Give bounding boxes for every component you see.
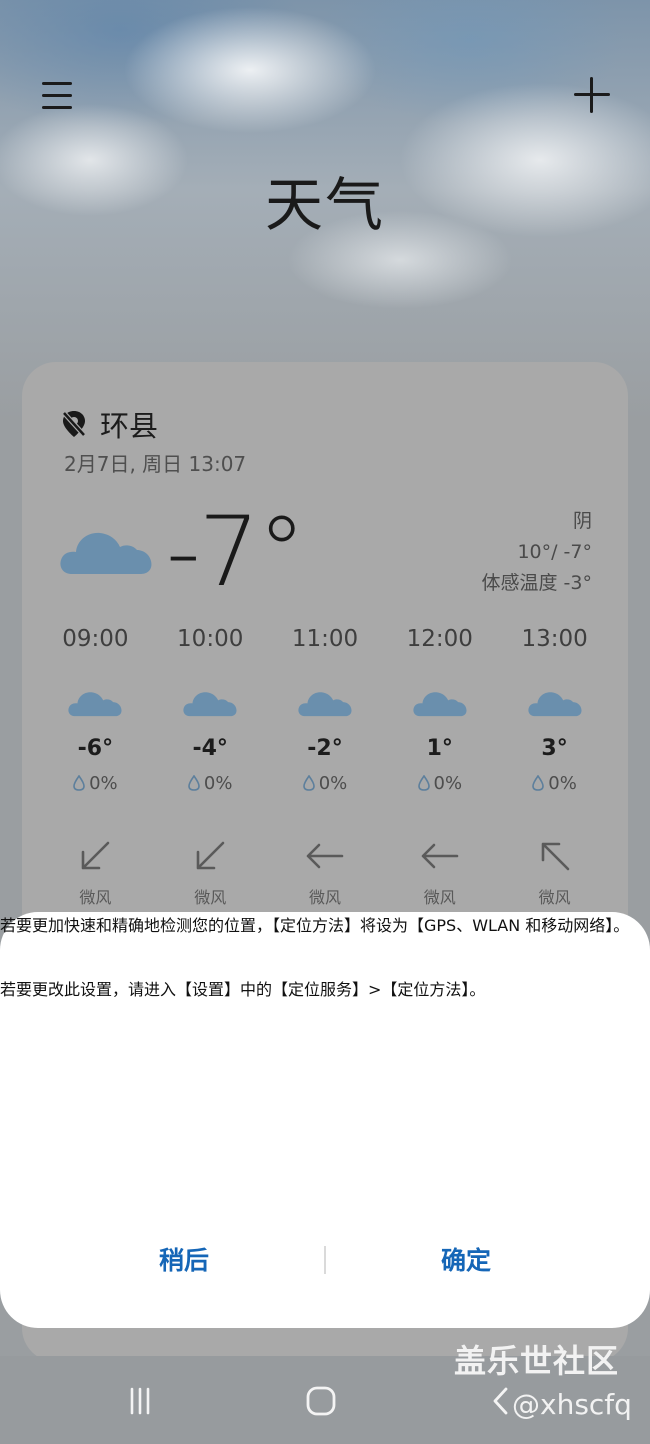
location-row: 环县	[60, 403, 158, 445]
hour-time: 11:00	[291, 626, 359, 652]
page-title: 天气	[264, 171, 385, 239]
arrow-up-left-icon	[541, 842, 569, 871]
home-icon[interactable]	[299, 1378, 343, 1424]
arrow-left-icon	[421, 843, 459, 869]
hour-item: 12:00 1° 0% 微风	[382, 626, 497, 908]
hour-time: 09:00	[62, 626, 129, 652]
precip-chance: 0%	[417, 768, 463, 798]
precip-value: 0%	[548, 772, 577, 794]
drop-icon	[417, 775, 430, 791]
cloud-icon	[68, 692, 122, 717]
condition-text: 阴	[572, 510, 592, 532]
location-name: 环县	[100, 409, 159, 443]
ok-button[interactable]: 确定	[346, 1238, 586, 1284]
arrow-down-left-icon	[82, 841, 110, 870]
hour-temp: -6°	[77, 736, 114, 761]
hour-temp: -4°	[192, 736, 228, 761]
menu-icon[interactable]	[36, 74, 80, 118]
cloud-icon	[527, 692, 582, 717]
current-summary: 阴 10°/ -7° 体感温度 -3°	[482, 506, 592, 599]
watermark-title: 盖乐世社区	[454, 1342, 620, 1380]
cloud-icon	[298, 692, 352, 717]
precip-chance: 0%	[302, 768, 348, 798]
cloud-icon	[413, 692, 467, 717]
cloud-icon	[183, 692, 237, 717]
drop-icon	[73, 775, 85, 791]
wind-label: 微风	[308, 888, 341, 907]
precip-value: 0%	[203, 772, 233, 794]
next-card-peek	[60, 1346, 120, 1356]
hour-temp: -2°	[307, 736, 343, 761]
precip-value: 0%	[89, 772, 118, 794]
hour-item: 11:00 -2° 0% 微风	[268, 626, 383, 908]
hour-temp: 1°	[426, 736, 453, 761]
wind-label: 微风	[538, 888, 571, 907]
temp-range: 10°/ -7°	[517, 541, 592, 563]
feels-like: 体感温度 -3°	[481, 572, 592, 594]
wind-label: 微风	[79, 888, 112, 907]
recent-apps-icon[interactable]	[118, 1378, 162, 1424]
precip-value: 0%	[433, 772, 463, 794]
add-location-icon[interactable]	[570, 72, 614, 116]
precip-chance: 0%	[73, 768, 118, 798]
wind-label: 微风	[194, 888, 227, 907]
later-button[interactable]: 稍后	[64, 1238, 304, 1284]
hour-item: 10:00 -4° 0% 微风	[153, 626, 268, 908]
wind-label: 微风	[423, 888, 456, 907]
hour-temp: 3°	[541, 736, 568, 761]
hour-item: 09:00 -6° 0% 微风	[38, 626, 153, 908]
dialog-message-2: 若要更改此设置，请进入【设置】中的【定位服务】>【定位方法】。	[0, 980, 486, 999]
arrow-left-icon	[306, 843, 344, 869]
dialog-message: 若要更加快速和精确地检测您的位置，【定位方法】将设为【GPS、WLAN 和移动网…	[0, 912, 650, 1000]
button-divider	[324, 1246, 326, 1274]
dialog-message-1: 若要更加快速和精确地检测您的位置，【定位方法】将设为【GPS、WLAN 和移动网…	[0, 916, 630, 935]
drop-icon	[532, 775, 545, 791]
precip-chance: 0%	[188, 768, 233, 798]
drop-icon	[302, 775, 315, 791]
hour-time: 13:00	[521, 626, 588, 652]
hour-time: 12:00	[406, 626, 473, 652]
hourly-forecast[interactable]: 09:00 -6° 0% 微风 10:00 -4° 0% 微风 11:00 -2…	[38, 626, 612, 908]
arrow-down-left-icon	[196, 841, 225, 870]
watermark-handle: @xhscfq	[512, 1388, 632, 1421]
cloud-icon	[60, 532, 152, 574]
drop-icon	[188, 775, 200, 791]
update-datetime: 2月7日, 周日 13:07	[64, 452, 247, 476]
current-temperature: -7°	[166, 496, 306, 608]
location-off-icon	[62, 411, 86, 437]
precip-chance: 0%	[532, 768, 577, 798]
precip-value: 0%	[318, 772, 348, 794]
hour-item: 13:00 3° 0% 微风	[497, 626, 612, 908]
hour-time: 10:00	[177, 626, 244, 652]
